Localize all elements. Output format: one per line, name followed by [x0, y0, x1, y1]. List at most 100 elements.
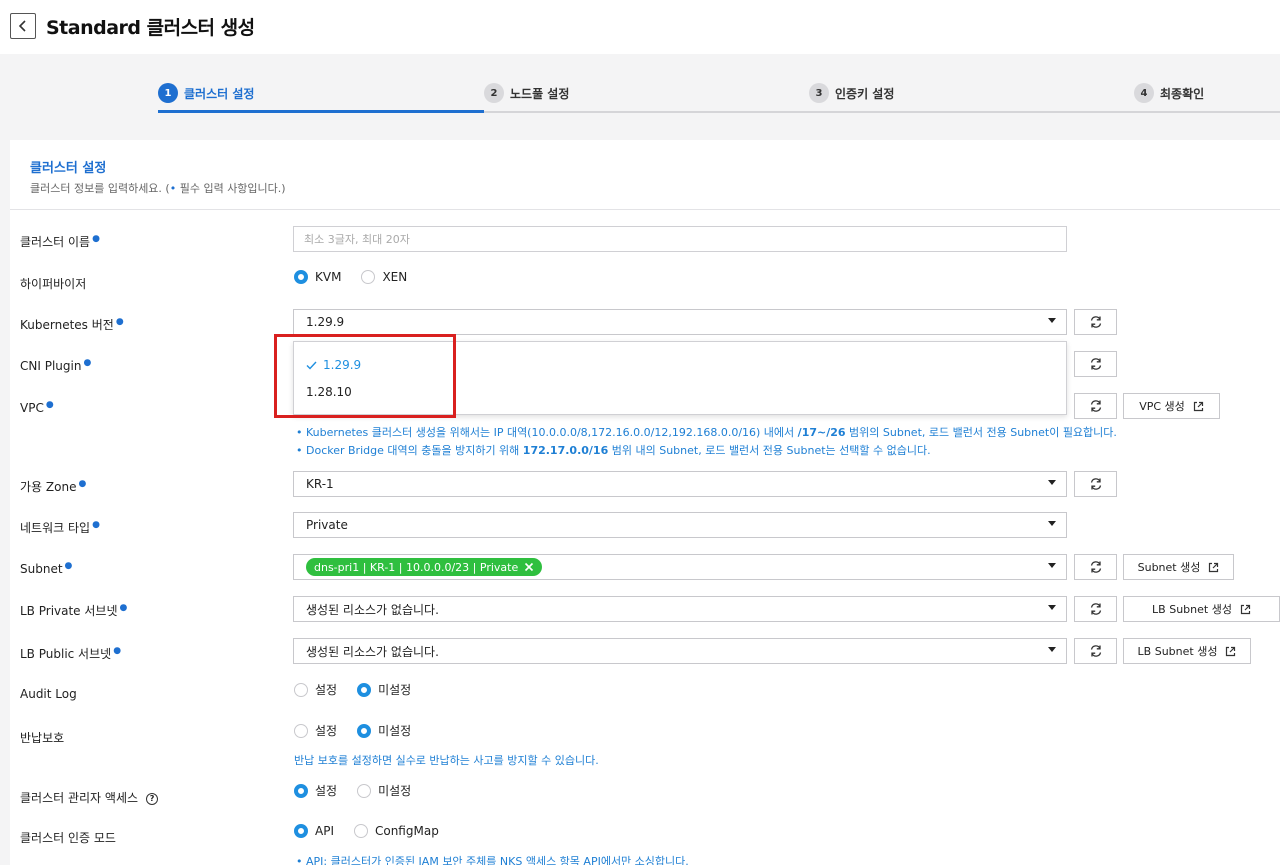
- auth-mode-note: • API: 클러스터가 인증된 IAM 보안 주체를 NKS 액세스 항목 A…: [296, 853, 689, 865]
- refresh-icon: [1090, 358, 1101, 370]
- select-value: Private: [306, 518, 348, 532]
- radio-auth-configmap[interactable]: ConfigMap: [353, 824, 439, 838]
- audit-log-radio-group: 설정 미설정: [294, 681, 431, 698]
- radio-label: 설정: [315, 724, 338, 738]
- label-text: CNI Plugin: [20, 359, 82, 373]
- step-cluster-settings[interactable]: 1 클러스터 설정: [158, 83, 254, 103]
- caret-down-icon: [1048, 647, 1056, 652]
- select-value: 1.29.9: [306, 315, 345, 329]
- note-text: 범위 내의 Subnet, 로드 밸런서 전용 Subnet는 선택할 수 없습…: [608, 444, 931, 457]
- required-dot: ●: [115, 317, 124, 327]
- radio-audit-on[interactable]: 설정: [294, 681, 337, 698]
- k8s-version-label: Kubernetes 버전 ●: [20, 316, 124, 333]
- note-bold: 172.17.0.0/16: [522, 444, 609, 457]
- step-authkey-settings[interactable]: 3 인증키 설정: [809, 83, 894, 103]
- radio-indicator: [294, 723, 308, 738]
- section-divider: [10, 209, 1280, 210]
- network-type-select[interactable]: Private: [293, 512, 1067, 538]
- subnet-create-button[interactable]: Subnet 생성: [1123, 554, 1234, 580]
- return-protect-note: 반납 보호를 설정하면 실수로 반납하는 사고를 방지할 수 있습니다.: [294, 754, 599, 767]
- refresh-button[interactable]: [1074, 471, 1117, 497]
- lb-public-create-button[interactable]: LB Subnet 생성: [1123, 638, 1251, 664]
- desc-prefix: 클러스터 정보를 입력하세요. (: [30, 182, 170, 195]
- caret-down-icon: [1048, 605, 1056, 610]
- stepper: 1 클러스터 설정 2 노드풀 설정 3 인증키 설정 4 최종확인: [0, 54, 1280, 140]
- section-description: 클러스터 정보를 입력하세요. (• 필수 입력 사항입니다.): [30, 180, 286, 196]
- radio-label: 미설정: [378, 683, 412, 697]
- label-text: 클러스터 관리자 액세스: [20, 791, 139, 805]
- radio-label: KVM: [315, 270, 342, 284]
- radio-label: ConfigMap: [374, 824, 439, 838]
- vpc-note-1: • Kubernetes 클러스터 생성을 위해서는 IP 대역(10.0.0.…: [296, 426, 1117, 439]
- radio-indicator: [357, 783, 372, 798]
- required-dot: ●: [78, 479, 87, 489]
- label-text: LB Private 서브넷: [20, 604, 118, 618]
- network-type-label: 네트워크 타입 ●: [20, 519, 100, 536]
- radio-protect-on[interactable]: 설정: [294, 722, 337, 739]
- caret-down-icon: [1048, 318, 1056, 323]
- refresh-icon: [1090, 561, 1101, 573]
- section-title: 클러스터 설정: [30, 161, 107, 176]
- radio-indicator: [294, 270, 308, 284]
- step-label: 인증키 설정: [835, 86, 895, 101]
- required-dot: ●: [113, 646, 122, 656]
- chip-label: dns-pri1 | KR-1 | 10.0.0.0/23 | Private: [314, 560, 519, 574]
- radio-kvm[interactable]: KVM: [294, 270, 341, 284]
- radio-label: 미설정: [378, 784, 412, 798]
- refresh-button[interactable]: [1074, 554, 1117, 580]
- close-icon[interactable]: [524, 562, 534, 572]
- vpc-create-button[interactable]: VPC 생성: [1123, 393, 1220, 419]
- radio-label: 설정: [315, 683, 338, 697]
- label-text: LB Public 서브넷: [20, 647, 112, 661]
- cni-plugin-label: CNI Plugin ●: [20, 358, 91, 373]
- step-number: 4: [1134, 83, 1154, 103]
- radio-label: 미설정: [378, 724, 412, 738]
- step-label: 노드풀 설정: [510, 86, 570, 101]
- cluster-name-input[interactable]: 최소 3글자, 최대 20자: [293, 226, 1067, 252]
- step-number: 3: [809, 83, 829, 103]
- refresh-button[interactable]: [1074, 638, 1117, 664]
- refresh-button[interactable]: [1074, 351, 1117, 377]
- radio-protect-off[interactable]: 미설정: [357, 722, 411, 739]
- step-nodepool-settings[interactable]: 2 노드풀 설정: [484, 83, 569, 103]
- lb-private-create-button[interactable]: LB Subnet 생성: [1123, 596, 1280, 622]
- refresh-button[interactable]: [1074, 596, 1117, 622]
- subnet-chip: dns-pri1 | KR-1 | 10.0.0.0/23 | Private: [306, 558, 543, 576]
- step-label: 최종확인: [1160, 86, 1205, 101]
- radio-xen[interactable]: XEN: [361, 270, 407, 284]
- required-dot: ●: [64, 561, 73, 571]
- k8s-version-select[interactable]: 1.29.9: [293, 309, 1067, 335]
- required-dot: ●: [92, 520, 100, 530]
- label-text: 가용 Zone: [20, 480, 77, 494]
- step-final-confirm[interactable]: 4 최종확인: [1134, 83, 1204, 103]
- stepper-progress: [158, 110, 484, 113]
- button-label: VPC 생성: [1139, 400, 1185, 413]
- lb-public-select[interactable]: 생성된 리소스가 없습니다.: [293, 638, 1067, 664]
- highlight-annotation: [274, 334, 456, 418]
- return-protect-radio-group: 설정 미설정: [294, 722, 431, 739]
- cluster-name-label: 클러스터 이름 ●: [20, 233, 100, 250]
- radio-auth-api[interactable]: API: [294, 824, 334, 838]
- zone-select[interactable]: KR-1: [293, 471, 1067, 497]
- radio-admin-on[interactable]: 설정: [294, 782, 337, 799]
- refresh-button[interactable]: [1074, 393, 1117, 419]
- label-text: 클러스터 이름: [20, 235, 91, 249]
- refresh-icon: [1090, 603, 1101, 615]
- button-label: LB Subnet 생성: [1152, 603, 1232, 616]
- lb-private-select[interactable]: 생성된 리소스가 없습니다.: [293, 596, 1067, 622]
- label-text: VPC: [20, 401, 44, 415]
- required-dot: ●: [92, 234, 100, 244]
- page-title: Standard 클러스터 생성: [46, 17, 255, 39]
- note-text: Kubernetes 클러스터 생성을 위해서는 IP 대역(10.0.0.0/…: [306, 426, 798, 439]
- help-icon[interactable]: ?: [146, 792, 159, 805]
- radio-admin-off[interactable]: 미설정: [357, 782, 411, 799]
- radio-indicator: [294, 824, 308, 838]
- radio-audit-off[interactable]: 미설정: [357, 681, 411, 698]
- refresh-button[interactable]: [1074, 309, 1117, 335]
- refresh-icon: [1090, 478, 1101, 490]
- top-bar: Standard 클러스터 생성: [0, 0, 1280, 54]
- radio-indicator: [357, 682, 372, 697]
- admin-access-label: 클러스터 관리자 액세스?: [20, 789, 159, 806]
- back-button[interactable]: [10, 13, 36, 39]
- note-bold: /17~/26: [797, 426, 846, 439]
